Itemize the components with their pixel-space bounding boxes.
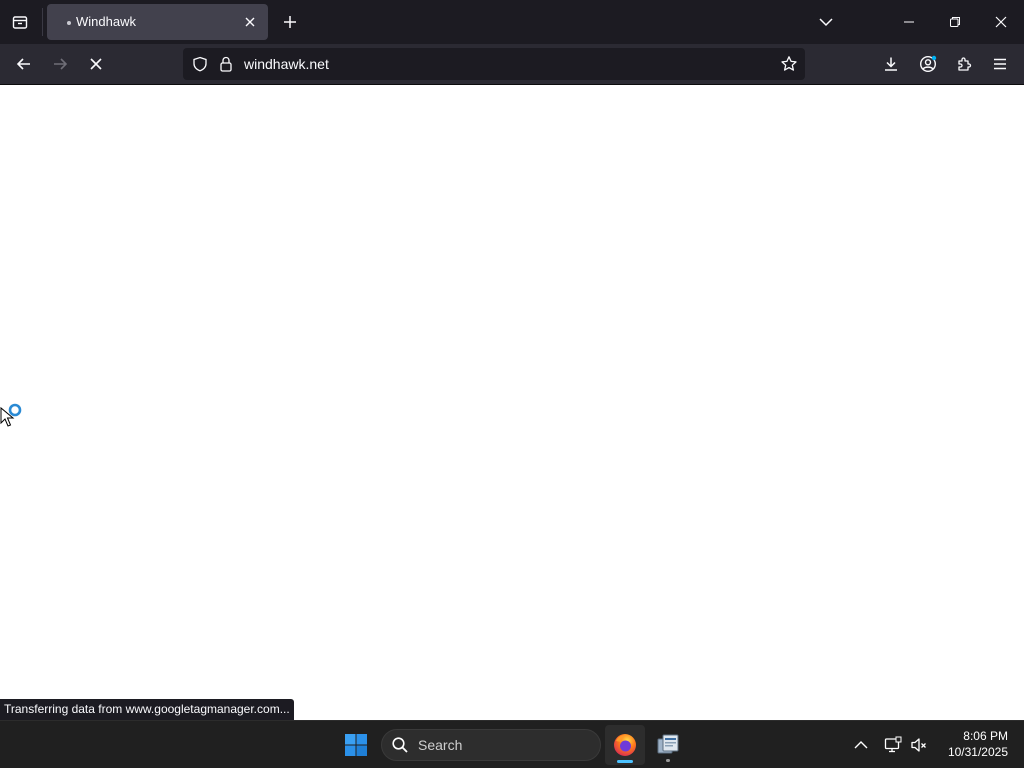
search-placeholder: Search (418, 737, 463, 753)
chevron-up-icon (854, 741, 868, 749)
chevron-down-icon (819, 18, 833, 27)
app-menu-button[interactable] (984, 48, 1016, 80)
downloads-button[interactable] (875, 48, 907, 80)
volume-muted-button[interactable] (906, 731, 932, 759)
tab-separator (42, 8, 43, 36)
tab-loading-dot-icon (67, 21, 71, 25)
list-all-tabs-button[interactable] (810, 6, 842, 38)
start-button[interactable] (336, 725, 376, 765)
search-icon (392, 737, 408, 753)
tracking-protection-button[interactable] (188, 52, 212, 76)
tab-strip: Windhawk (0, 0, 1024, 44)
status-panel: Transferring data from www.googletagmana… (0, 699, 294, 720)
shield-icon (193, 56, 207, 72)
arrow-left-icon (16, 58, 30, 70)
new-tab-button[interactable] (274, 6, 306, 38)
firefox-icon (614, 734, 636, 756)
extensions-button[interactable] (948, 48, 980, 80)
window-minimize-button[interactable] (886, 0, 932, 44)
site-info-button[interactable] (216, 52, 236, 76)
window-close-button[interactable] (978, 0, 1024, 44)
taskbar-app-firefox[interactable] (605, 725, 645, 765)
close-icon (995, 16, 1007, 28)
page-content[interactable] (0, 85, 1024, 720)
show-hidden-icons-button[interactable] (848, 731, 874, 759)
address-bar[interactable]: windhawk.net (183, 48, 805, 80)
hamburger-menu-icon (994, 58, 1006, 70)
volume-muted-icon (911, 738, 926, 752)
plus-icon (284, 16, 296, 28)
url-text[interactable]: windhawk.net (244, 56, 329, 72)
account-button[interactable] (912, 48, 944, 80)
download-icon (885, 57, 897, 71)
minimize-icon (904, 21, 914, 23)
clock-date: 10/31/2025 (947, 745, 1008, 759)
restore-icon (950, 17, 960, 27)
account-icon (919, 55, 937, 73)
tab-close-button[interactable] (238, 10, 262, 34)
lock-icon (220, 56, 232, 72)
window-restore-button[interactable] (932, 0, 978, 44)
taskbar: Search 8:06 PM 10/31/2025 (0, 720, 1024, 768)
taskbar-search[interactable]: Search (381, 729, 601, 761)
active-app-indicator (617, 760, 633, 763)
taskbar-clock[interactable]: 8:06 PM 10/31/2025 (940, 728, 1008, 760)
running-app-indicator (666, 759, 670, 762)
forward-button[interactable] (44, 48, 76, 80)
star-icon (781, 56, 797, 71)
network-icon (884, 736, 902, 753)
arrow-right-icon (54, 58, 68, 70)
tab-windhawk[interactable]: Windhawk (47, 4, 268, 40)
bookmark-button[interactable] (777, 52, 801, 76)
windows-logo-icon (345, 734, 367, 756)
firefox-view-button[interactable] (4, 6, 36, 38)
back-button[interactable] (8, 48, 40, 80)
firefox-view-icon (12, 16, 28, 29)
network-status-button[interactable] (880, 731, 906, 759)
tab-title: Windhawk (76, 14, 136, 29)
close-icon (245, 17, 255, 27)
navigation-toolbar: windhawk.net (0, 44, 1024, 85)
stop-loading-button[interactable] (80, 48, 112, 80)
stop-icon (90, 58, 102, 70)
puzzle-icon (958, 57, 972, 71)
app-window-icon (657, 734, 679, 754)
taskbar-app-windhawk[interactable] (648, 725, 688, 765)
busy-cursor-icon (0, 403, 22, 427)
clock-time: 8:06 PM (963, 729, 1008, 743)
